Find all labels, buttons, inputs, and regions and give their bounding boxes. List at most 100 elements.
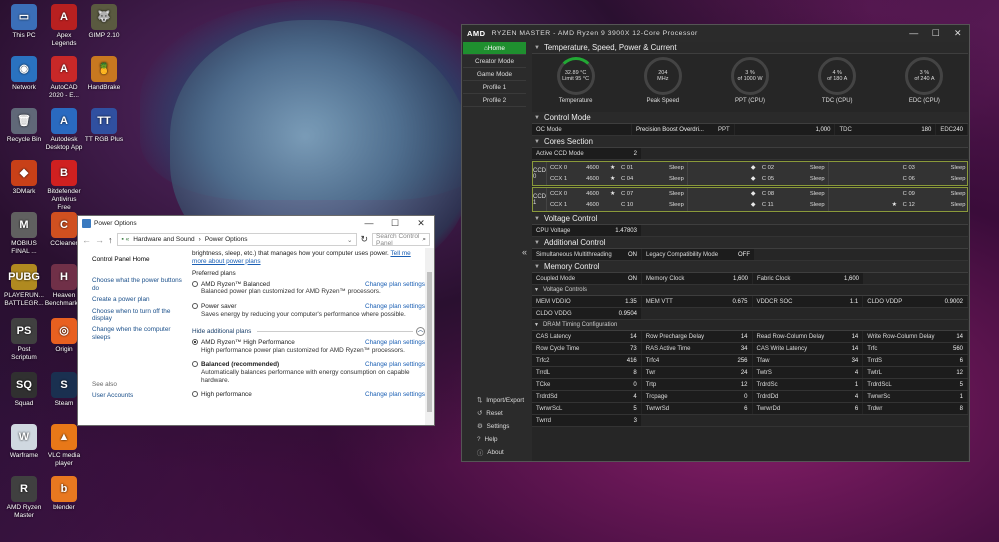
value-cell[interactable]: Row Precharge Delay 14: [641, 331, 752, 342]
plan-radio[interactable]: [192, 302, 198, 309]
value-cell[interactable]: Trdwr 8: [863, 403, 968, 414]
value-cell[interactable]: RAS Active Time 34: [641, 343, 752, 354]
value-cell[interactable]: Memory Clock 1,600: [642, 273, 752, 284]
core-cell[interactable]: ◆ C 08 Sleep: [686, 188, 828, 200]
value-cell[interactable]: TrrdS 6: [863, 355, 968, 366]
desktop-icon[interactable]: B Bitdefender Antivirus Free: [44, 160, 84, 212]
core-cell[interactable]: C 03 Sleep: [827, 162, 969, 174]
desktop-icon[interactable]: ◉ Network: [4, 56, 44, 92]
value-cell[interactable]: TwtrS 4: [752, 367, 863, 378]
value-cell[interactable]: TwrwrDd 6: [752, 403, 863, 414]
breadcrumb-item[interactable]: Power Options: [205, 236, 248, 243]
close-button[interactable]: ✕: [947, 28, 969, 39]
back-icon[interactable]: ←: [82, 235, 91, 245]
core-cell[interactable]: CCX 1 4600 C 10 Sleep: [546, 199, 687, 211]
value-cell[interactable]: TwrwrSc 1: [863, 391, 968, 402]
cpu-voltage-cell[interactable]: CPU Voltage 1.47803: [532, 225, 641, 236]
maximize-button[interactable]: ☐: [925, 28, 947, 39]
value-cell[interactable]: Row Cycle Time 73: [532, 343, 641, 354]
value-cell[interactable]: Trtp 12: [641, 379, 752, 390]
desktop-icon[interactable]: SQ Squad: [4, 372, 44, 408]
user-accounts-link[interactable]: User Accounts: [92, 392, 185, 399]
value-cell[interactable]: TwtrL 12: [863, 367, 968, 378]
value-cell[interactable]: Trfc2 416: [532, 355, 641, 366]
desktop-icon[interactable]: R AMD Ryzen Master: [4, 476, 44, 520]
nav-item[interactable]: Profile 1: [463, 81, 526, 94]
section-header-cores[interactable]: ▼ Cores Section: [532, 136, 968, 148]
minimize-button[interactable]: —: [356, 218, 382, 229]
nav-item[interactable]: Creator Mode: [463, 55, 526, 68]
hide-additional-header[interactable]: Hide additional plans ︿: [192, 327, 425, 337]
desktop-icon[interactable]: PS Post Scriptum: [4, 318, 44, 362]
change-plan-settings-link[interactable]: Change plan settings: [365, 281, 425, 289]
dram-timing-header[interactable]: ▼ DRAM Timing Configuration: [532, 320, 968, 331]
power-plan[interactable]: AMD Ryzen™ Balanced Change plan settings: [192, 280, 425, 289]
value-cell[interactable]: TrrdL 8: [532, 367, 641, 378]
value-cell[interactable]: Read Row-Column Delay 14: [752, 331, 863, 342]
chevron-down-icon[interactable]: ⌄: [347, 236, 355, 244]
value-cell[interactable]: TrdrdSd 4: [532, 391, 641, 402]
section-header-voltage[interactable]: ▼ Voltage Control: [532, 213, 968, 225]
ppt-value[interactable]: 1,000: [734, 124, 835, 135]
section-header-additional[interactable]: ▼ Additional Control: [532, 237, 968, 249]
core-cell[interactable]: CCX 1 4600 ★ C 04 Sleep: [546, 173, 687, 185]
close-button[interactable]: ✕: [408, 218, 434, 229]
value-cell[interactable]: CAS Write Latency 14: [752, 343, 863, 354]
side-link[interactable]: Change when the computer sleeps: [92, 326, 185, 341]
desktop-icon[interactable]: A Apex Legends: [44, 4, 84, 48]
value-cell[interactable]: Trcpage 0: [641, 391, 752, 402]
core-cell[interactable]: ◆ C 11 Sleep: [686, 199, 828, 211]
value-cell[interactable]: Tfaw 34: [752, 355, 863, 366]
forward-icon[interactable]: →: [95, 235, 104, 245]
refresh-icon[interactable]: ↻: [361, 234, 369, 245]
core-cell[interactable]: C 09 Sleep: [827, 188, 969, 200]
plan-radio[interactable]: [192, 280, 198, 287]
change-plan-settings-link[interactable]: Change plan settings: [365, 339, 425, 347]
breadcrumb[interactable]: ▪ « Hardware and Sound › Power Options ⌄: [116, 233, 357, 246]
desktop-icon[interactable]: ▭ This PC: [4, 4, 44, 40]
desktop-icon[interactable]: ▲ VLC media player: [44, 424, 84, 468]
core-cell[interactable]: ★ C 12 Sleep: [827, 199, 969, 211]
value-cell[interactable]: TwrwrScL 5: [532, 403, 641, 414]
value-cell[interactable]: MEM VTT 0.675: [641, 296, 752, 307]
power-plan[interactable]: Power saver Change plan settings: [192, 302, 425, 311]
scrollbar[interactable]: [425, 248, 434, 425]
value-cell[interactable]: Coupled Mode ON: [532, 273, 641, 284]
nav-bottom-item[interactable]: ? Help: [463, 433, 526, 446]
desktop-icon[interactable]: A AutoCAD 2020 - E...: [44, 56, 84, 100]
desktop-icon[interactable]: A Autodesk Desktop App: [44, 108, 84, 152]
core-cell[interactable]: C 06 Sleep: [827, 173, 969, 185]
desktop-icon[interactable]: b blender: [44, 476, 84, 512]
side-link[interactable]: Create a power plan: [92, 296, 185, 303]
side-link[interactable]: Choose what the power buttons do: [92, 277, 185, 292]
nav-bottom-item[interactable]: ⇅ Import/Export: [463, 394, 526, 407]
change-plan-settings-link[interactable]: Change plan settings: [365, 303, 425, 311]
value-cell[interactable]: TrdrdDd 4: [752, 391, 863, 402]
value-cell[interactable]: Trfc4 256: [641, 355, 752, 366]
desktop-icon[interactable]: TT TT RGB Plus: [84, 108, 124, 144]
maximize-button[interactable]: ☐: [382, 218, 408, 229]
edc-cell[interactable]: EDC 240: [936, 124, 968, 135]
desktop-icon[interactable]: PUBG PLAYERUN... BATTLEGR...: [4, 264, 44, 308]
nav-item[interactable]: Profile 2: [463, 94, 526, 107]
value-cell[interactable]: VDDCR SOC 1.1: [752, 296, 863, 307]
value-cell[interactable]: CLDO VDDG 0.9504: [532, 308, 641, 319]
core-cell[interactable]: ◆ C 02 Sleep: [686, 162, 828, 174]
tdc-cell[interactable]: TDC 180: [835, 124, 936, 135]
core-cell[interactable]: CCX 0 4600 ★ C 01 Sleep: [546, 162, 687, 174]
breadcrumb-item[interactable]: Hardware and Sound: [133, 236, 194, 243]
plan-radio[interactable]: [192, 391, 198, 398]
value-cell[interactable]: Trfc 560: [863, 343, 968, 354]
plan-radio[interactable]: [192, 339, 198, 346]
value-cell[interactable]: TCke 0: [532, 379, 641, 390]
smt-cell[interactable]: Simultaneous Multithreading ON: [532, 249, 641, 260]
value-cell[interactable]: Write Row-Column Delay 14: [863, 331, 968, 342]
power-plan[interactable]: High performance Change plan settings: [192, 391, 425, 399]
value-cell[interactable]: Fabric Clock 1,600: [753, 273, 863, 284]
side-link[interactable]: Choose when to turn off the display: [92, 308, 185, 323]
oc-mode-value[interactable]: Precision Boost Overdri... PPT: [631, 124, 734, 135]
section-header-temp[interactable]: ▼ Temperature, Speed, Power & Current: [532, 42, 968, 54]
up-icon[interactable]: ↑: [108, 235, 113, 245]
value-cell[interactable]: Twrrd 3: [532, 415, 641, 426]
value-cell[interactable]: Twr 24: [641, 367, 752, 378]
